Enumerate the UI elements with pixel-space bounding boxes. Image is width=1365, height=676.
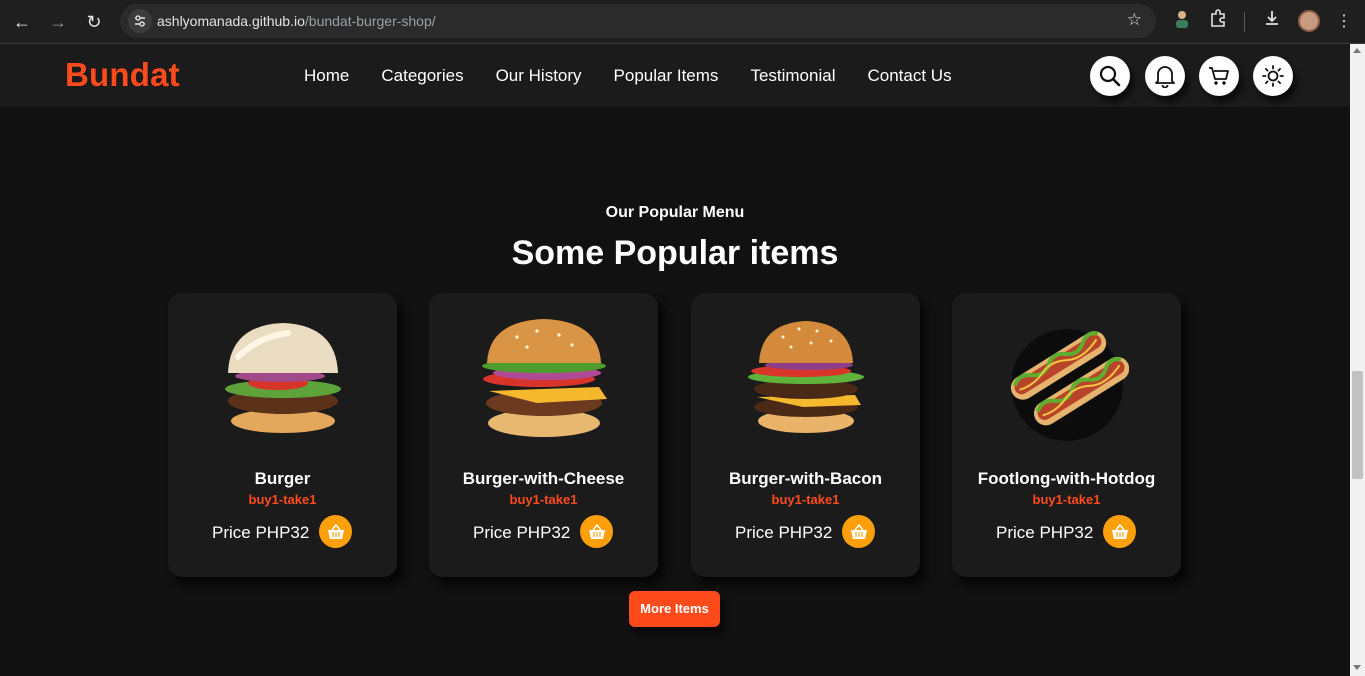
product-card: Burger-with-Cheese buy1-take1 Price PHP3…: [429, 293, 658, 577]
product-name: Burger: [254, 469, 311, 488]
product-name: Footlong-with-Hotdog: [977, 469, 1156, 488]
site-logo[interactable]: Bundat: [65, 56, 180, 94]
bacon-burger-image: [691, 317, 920, 441]
product-card: Burger buy1-take1 Price PHP32: [168, 293, 397, 577]
more-menu-icon[interactable]: ⋮: [1331, 9, 1357, 35]
theme-toggle-button[interactable]: [1253, 56, 1293, 96]
reload-icon[interactable]: ↻: [82, 10, 106, 34]
basket-icon: [850, 523, 867, 539]
toolbar-divider: [1244, 12, 1245, 32]
section-subtitle: Our Popular Menu: [605, 204, 745, 221]
basket-icon: [1111, 523, 1128, 539]
nav-contact-us[interactable]: Contact Us: [867, 66, 951, 86]
bell-icon: [1155, 66, 1175, 88]
url-path: /bundat-burger-shop/: [304, 13, 436, 29]
product-card: Footlong-with-Hotdog buy1-take1 Price PH…: [952, 293, 1181, 577]
profile-avatar[interactable]: [1298, 10, 1320, 32]
back-arrow-icon[interactable]: ←: [10, 10, 34, 34]
download-icon[interactable]: [1259, 9, 1285, 35]
nav-popular-items[interactable]: Popular Items: [614, 66, 719, 86]
nav-categories[interactable]: Categories: [381, 66, 463, 86]
sun-icon: [1262, 65, 1284, 87]
notifications-button[interactable]: [1145, 56, 1185, 96]
more-items-button[interactable]: More Items: [629, 591, 720, 627]
search-icon: [1099, 65, 1121, 87]
product-promo: buy1-take1: [509, 492, 578, 507]
forward-arrow-icon[interactable]: →: [46, 10, 70, 34]
product-price: Price PHP32: [212, 523, 310, 542]
product-card: Burger-with-Bacon buy1-take1 Price PHP32: [691, 293, 920, 577]
site-header: Bundat Home Categories Our History Popul…: [0, 44, 1350, 107]
burger-image: [168, 317, 397, 441]
add-to-cart-button[interactable]: [319, 515, 352, 548]
page-scrollbar[interactable]: [1350, 44, 1365, 676]
main-nav: Home Categories Our History Popular Item…: [304, 66, 984, 86]
nav-testimonial[interactable]: Testimonial: [750, 66, 835, 86]
product-price: Price PHP32: [473, 523, 571, 542]
basket-icon: [327, 523, 344, 539]
scrollbar-thumb[interactable]: [1352, 371, 1363, 479]
product-promo: buy1-take1: [248, 492, 317, 507]
nav-home[interactable]: Home: [304, 66, 349, 86]
scroll-down-arrow-icon[interactable]: [1353, 665, 1361, 670]
add-to-cart-button[interactable]: [580, 515, 613, 548]
product-name: Burger-with-Bacon: [729, 469, 882, 488]
cheeseburger-image: [429, 317, 658, 441]
address-bar[interactable]: ashlyomanada.github.io/bundat-burger-sho…: [120, 4, 1156, 38]
scroll-up-arrow-icon[interactable]: [1353, 48, 1361, 53]
cart-icon: [1209, 67, 1229, 85]
url-host: ashlyomanada.github.io: [157, 13, 305, 29]
nav-our-history[interactable]: Our History: [496, 66, 582, 86]
product-price: Price PHP32: [996, 523, 1094, 542]
search-button[interactable]: [1090, 56, 1130, 96]
cart-button[interactable]: [1199, 56, 1239, 96]
section-title: Some Popular items: [511, 234, 839, 272]
hotdog-image: [952, 317, 1181, 441]
extension-profile-icon[interactable]: [1169, 9, 1195, 35]
add-to-cart-button[interactable]: [1103, 515, 1136, 548]
product-promo: buy1-take1: [1032, 492, 1101, 507]
add-to-cart-button[interactable]: [842, 515, 875, 548]
basket-icon: [588, 523, 605, 539]
product-promo: buy1-take1: [771, 492, 840, 507]
bookmark-star-icon[interactable]: ☆: [1127, 10, 1142, 30]
url-text: ashlyomanada.github.io/bundat-burger-sho…: [157, 13, 436, 29]
product-price: Price PHP32: [735, 523, 833, 542]
product-name: Burger-with-Cheese: [462, 469, 625, 488]
browser-toolbar: ← → ↻ ashlyomanada.github.io/bundat-burg…: [0, 0, 1365, 44]
site-info-icon[interactable]: [128, 9, 152, 33]
extensions-puzzle-icon[interactable]: [1205, 9, 1231, 35]
